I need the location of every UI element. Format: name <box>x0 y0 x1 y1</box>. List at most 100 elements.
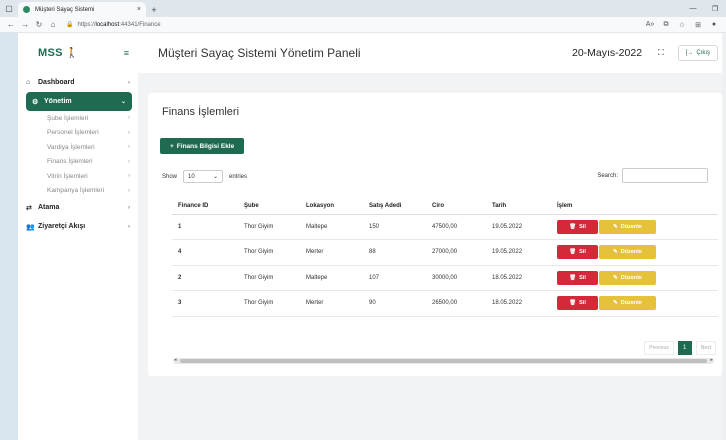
edit-label: Düzenle <box>620 223 642 230</box>
add-finance-label: Finans Bilgisi Ekle <box>176 142 235 150</box>
edit-button[interactable]: ✎ Düzenle <box>599 270 656 285</box>
fullscreen-icon[interactable]: ⛶ <box>658 48 664 58</box>
home-icon: ⌂ <box>26 79 31 86</box>
cell-tarih: 18.05.2022 <box>486 265 551 291</box>
sidebar-subitem-finans[interactable]: Finans İşlemleri › <box>18 155 138 170</box>
sidebar-subitem-vitrin[interactable]: Vitrin İşlemleri › <box>18 169 138 184</box>
main-content: Finans İşlemleri + Finans Bilgisi Ekle S… <box>138 73 726 440</box>
page-1-button[interactable]: 1 <box>677 341 692 355</box>
col-tarih[interactable]: Tarih <box>486 199 551 215</box>
edit-button[interactable]: ✎ Düzenle <box>599 296 656 311</box>
cell-id: 2 <box>172 265 238 291</box>
browser-toolbar-icons: A» ⧉ ☆ ⊞ ● <box>642 21 722 29</box>
edit-button[interactable]: ✎ Düzenle <box>599 219 656 234</box>
logo[interactable]: MSS <box>38 47 63 59</box>
cell-id: 1 <box>172 214 238 240</box>
scrollbar-thumb[interactable] <box>180 359 707 363</box>
collections-icon[interactable]: ⊞ <box>690 21 706 29</box>
extensions-icon[interactable]: ⧉ <box>658 21 674 29</box>
logout-label: Çıkış <box>696 50 710 56</box>
logout-button[interactable]: [→ Çıkış <box>677 45 718 61</box>
sidebar-item-yonetim[interactable]: ⚙ Yönetim ⌄ <box>26 92 132 111</box>
url-field[interactable]: 🔒 https://localhost:44341/Finance <box>66 21 161 29</box>
forward-icon[interactable]: → <box>18 20 32 29</box>
sidebar-subitem-label: Vardiya İşlemleri <box>47 143 95 151</box>
pencil-icon: ✎ <box>613 223 618 230</box>
cell-satis: 88 <box>363 239 426 266</box>
edit-label: Düzenle <box>620 274 642 281</box>
table-row: 4 Thor Giyim Merter 88 27000,00 19.05.20… <box>172 239 718 266</box>
previous-page-button[interactable]: Previous <box>644 341 674 355</box>
add-finance-button[interactable]: + Finans Bilgisi Ekle <box>160 138 245 154</box>
window-menu-icon[interactable]: ▢ <box>0 0 18 17</box>
scroll-left-icon[interactable]: ◂ <box>174 357 177 363</box>
cell-actions: 🗑 Sil ✎ Düzenle <box>551 239 718 266</box>
sidebar-item-label: Dashboard <box>38 79 75 86</box>
delete-button[interactable]: 🗑 Sil <box>557 296 598 311</box>
edit-button[interactable]: ✎ Düzenle <box>599 245 656 260</box>
next-page-button[interactable]: Next <box>695 341 716 355</box>
entries-select[interactable]: 10 ⌄ <box>183 170 224 183</box>
browser-tab[interactable]: Müşteri Sayaç Sistemi × <box>18 2 146 17</box>
col-satis-adedi[interactable]: Satış Adedi <box>363 199 426 215</box>
delete-button[interactable]: 🗑 Sil <box>557 245 598 260</box>
browser-titlebar: ▢ Müşteri Sayaç Sistemi × + — ❐ <box>0 0 726 17</box>
cell-lokasyon: Maltepe <box>300 214 363 240</box>
new-tab-button[interactable]: + <box>146 2 162 17</box>
read-aloud-icon[interactable]: A» <box>642 21 658 29</box>
back-icon[interactable]: ← <box>4 20 18 29</box>
sidebar-subitem-personel[interactable]: Personel İşlemleri › <box>18 126 138 141</box>
sidebar-item-atama[interactable]: ⇄ Atama › <box>18 198 138 217</box>
cell-ciro: 26500,00 <box>426 290 486 317</box>
sidebar-item-dashboard[interactable]: ⌂ Dashboard › <box>18 73 138 92</box>
tab-close-icon[interactable]: × <box>137 6 141 13</box>
table-horizontal-scrollbar[interactable]: ◂ ▸ <box>173 357 714 364</box>
chevron-right-icon: › <box>128 223 130 230</box>
delete-button[interactable]: 🗑 Sil <box>557 219 598 234</box>
cell-sube: Thor Giyim <box>238 239 300 266</box>
cell-satis: 107 <box>363 265 426 291</box>
cell-actions: 🗑 Sil ✎ Düzenle <box>551 214 718 240</box>
sidebar-subitem-vardiya[interactable]: Vardiya İşlemleri › <box>18 140 138 155</box>
page-vertical-scrollbar[interactable] <box>722 33 726 440</box>
profile-icon[interactable]: ● <box>706 21 722 29</box>
cell-id: 4 <box>172 239 238 266</box>
chevron-right-icon: › <box>128 204 130 211</box>
col-ciro[interactable]: Ciro <box>426 199 486 215</box>
table-row: 1 Thor Giyim Maltepe 150 47500,00 19.05.… <box>172 214 718 240</box>
pencil-icon: ✎ <box>613 249 618 256</box>
col-islem[interactable]: İşlem <box>551 199 718 215</box>
entries-label: entries <box>229 173 248 180</box>
hamburger-icon[interactable]: ≡ <box>124 48 129 58</box>
reload-icon[interactable]: ↻ <box>32 20 46 29</box>
col-sube[interactable]: Şube <box>238 199 300 215</box>
cell-actions: 🗑 Sil ✎ Düzenle <box>551 265 718 291</box>
cell-id: 3 <box>172 290 238 317</box>
col-lokasyon[interactable]: Lokasyon <box>300 199 363 215</box>
minimize-icon[interactable]: — <box>682 5 704 12</box>
delete-label: Sil <box>579 249 586 256</box>
restore-icon[interactable]: ❐ <box>704 5 726 13</box>
trash-icon: 🗑 <box>569 300 577 307</box>
url-prefix: https:// <box>77 21 96 28</box>
delete-button[interactable]: 🗑 Sil <box>557 270 598 285</box>
entries-value: 10 <box>188 173 195 180</box>
cell-tarih: 19.05.2022 <box>486 214 551 240</box>
delete-label: Sil <box>579 300 586 307</box>
sidebar-item-ziyaretci[interactable]: 👥 Ziyaretçi Akışı › <box>18 217 138 236</box>
sidebar-subitem-sube[interactable]: Şube İşlemleri › <box>18 111 138 126</box>
sidebar-subitem-label: Vitrin İşlemleri <box>47 172 88 180</box>
table-search: Search: <box>597 168 708 183</box>
lock-icon: 🔒 <box>66 22 74 28</box>
home-browser-icon[interactable]: ⌂ <box>46 20 60 29</box>
table-row: 2 Thor Giyim Maltepe 107 30000,00 18.05.… <box>172 265 718 291</box>
scroll-right-icon[interactable]: ▸ <box>710 357 713 363</box>
cell-sube: Thor Giyim <box>238 214 300 240</box>
col-finance-id[interactable]: Finance ID <box>172 199 238 215</box>
chevron-right-icon: › <box>128 129 130 136</box>
search-input[interactable] <box>622 168 708 183</box>
trash-icon: 🗑 <box>569 223 577 230</box>
sidebar-subitem-kampanya[interactable]: Kampanya İşlemleri › <box>18 184 138 199</box>
favorites-icon[interactable]: ☆ <box>674 21 690 29</box>
address-bar: ← → ↻ ⌂ 🔒 https://localhost:44341/Financ… <box>0 17 726 33</box>
